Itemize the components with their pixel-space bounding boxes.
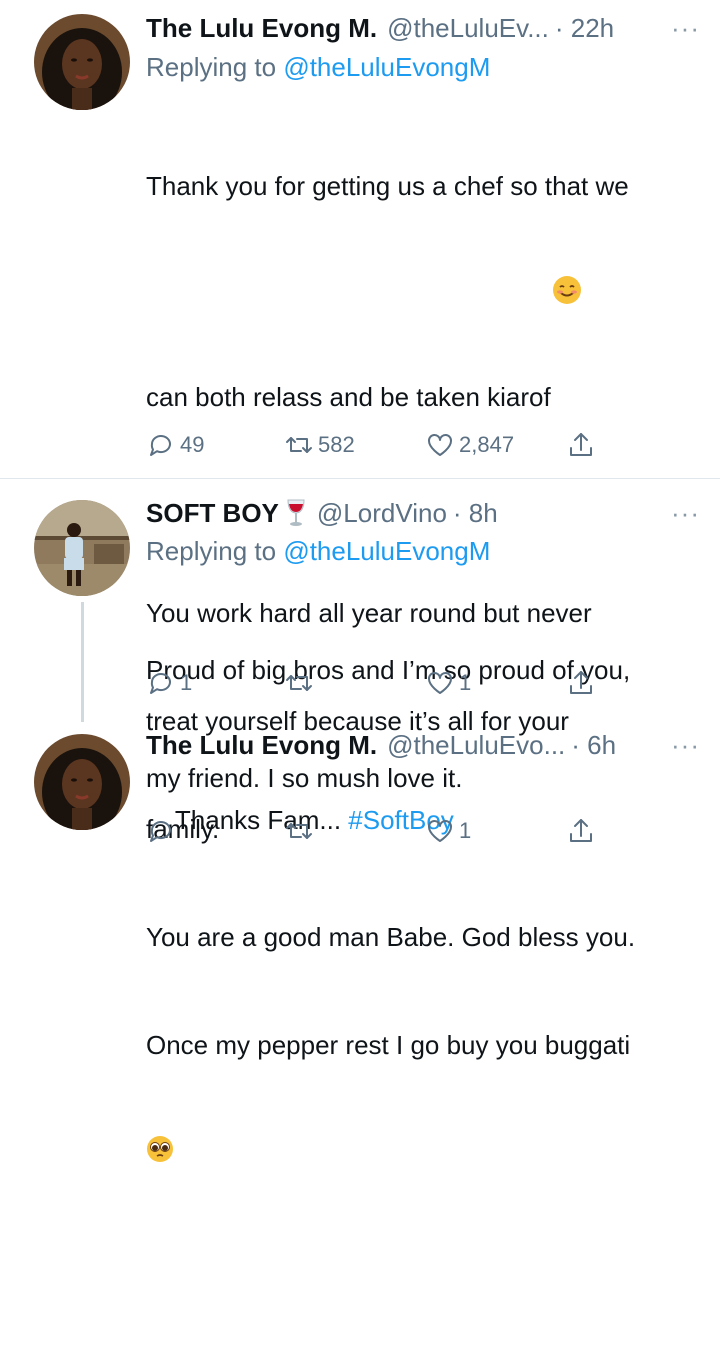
tweet-header: The Lulu Evong M. @theLuluEvo... · 6h ··… bbox=[146, 728, 700, 762]
share-button[interactable] bbox=[566, 665, 596, 701]
reply-icon bbox=[150, 821, 171, 842]
share-icon bbox=[570, 671, 592, 694]
tweet-1[interactable]: The Lulu Evong M. @theLuluEv... · 22h ··… bbox=[0, 0, 720, 1162]
reply-icon bbox=[150, 673, 171, 694]
display-name[interactable]: The Lulu Evong M. bbox=[146, 730, 377, 761]
tweet-3[interactable]: The Lulu Evong M. @theLuluEvo... · 6h ··… bbox=[0, 720, 720, 861]
tweet-line: You are a good man Babe. God bless you. bbox=[146, 922, 636, 952]
display-name[interactable]: SOFT BOY bbox=[146, 498, 279, 529]
more-options-icon[interactable]: ··· bbox=[671, 730, 700, 761]
replying-prefix: Replying to bbox=[146, 536, 284, 566]
reply-button[interactable]: 49 bbox=[146, 427, 204, 463]
tweet-line: Once my pepper rest I go buy you buggati bbox=[146, 1030, 631, 1060]
replying-to: Replying to @theLuluEvongM bbox=[146, 536, 490, 567]
share-icon bbox=[570, 433, 592, 456]
share-icon bbox=[570, 819, 592, 842]
handle[interactable]: @LordVino bbox=[317, 498, 447, 529]
share-button[interactable] bbox=[566, 427, 596, 463]
tweet-actions: 1 bbox=[146, 813, 606, 849]
smiling-face-emoji-icon bbox=[552, 276, 581, 304]
like-count: 1 bbox=[459, 818, 472, 843]
tweet-line: Thank you for getting us a chef so that … bbox=[146, 171, 629, 201]
reply-icon bbox=[150, 435, 171, 456]
heart-icon bbox=[428, 672, 452, 694]
more-options-icon[interactable]: ··· bbox=[671, 498, 700, 529]
tweet-header: SOFT BOY @LordVino · 8h ··· bbox=[146, 496, 700, 530]
thread-connector bbox=[81, 602, 84, 722]
more-options-icon[interactable]: ··· bbox=[671, 13, 700, 44]
like-count: 2,847 bbox=[459, 432, 515, 457]
retweet-icon bbox=[286, 675, 312, 691]
reply-count: 1 bbox=[180, 670, 193, 695]
tweet-actions: 49 582 2,847 bbox=[146, 427, 606, 463]
pleading-face-emoji-icon bbox=[146, 1135, 174, 1163]
tweet-line bbox=[146, 1135, 696, 1274]
retweet-icon bbox=[286, 823, 312, 839]
replying-prefix: Replying to bbox=[146, 52, 284, 82]
retweet-button[interactable] bbox=[284, 665, 318, 701]
avatar[interactable] bbox=[34, 500, 130, 596]
replying-to: Replying to @theLuluEvongM bbox=[146, 52, 490, 83]
timestamp[interactable]: · 22h bbox=[555, 13, 614, 44]
like-button[interactable]: 2,847 bbox=[425, 427, 514, 463]
wine-glass-emoji-icon bbox=[285, 498, 307, 528]
avatar[interactable] bbox=[34, 14, 130, 110]
share-button[interactable] bbox=[566, 813, 596, 849]
tweet-header: The Lulu Evong M. @theLuluEv... · 22h ··… bbox=[146, 11, 700, 45]
tweet-line: can both relass and be taken kiarof bbox=[146, 276, 696, 415]
replying-mention-link[interactable]: @theLuluEvongM bbox=[283, 52, 490, 82]
avatar[interactable] bbox=[34, 734, 130, 830]
reply-button[interactable]: 1 bbox=[146, 665, 192, 701]
like-button[interactable]: 1 bbox=[425, 665, 471, 701]
tweet-2[interactable]: SOFT BOY @LordVino · 8h ··· Replying to … bbox=[0, 479, 720, 793]
heart-icon bbox=[428, 820, 452, 842]
like-count: 1 bbox=[459, 670, 472, 695]
retweet-button[interactable] bbox=[284, 813, 318, 849]
replying-mention-link[interactable]: @theLuluEvongM bbox=[283, 536, 490, 566]
display-name[interactable]: The Lulu Evong M. bbox=[146, 13, 377, 44]
heart-icon bbox=[428, 434, 452, 456]
like-button[interactable]: 1 bbox=[425, 813, 471, 849]
retweet-icon bbox=[286, 437, 312, 453]
timestamp[interactable]: · 8h bbox=[453, 498, 498, 529]
timestamp[interactable]: · 6h bbox=[571, 730, 616, 761]
reply-button[interactable] bbox=[146, 813, 180, 849]
retweet-button[interactable]: 582 bbox=[284, 427, 355, 463]
reply-count: 49 bbox=[180, 432, 205, 457]
handle[interactable]: @theLuluEvo... bbox=[387, 730, 565, 761]
handle[interactable]: @theLuluEv... bbox=[387, 13, 549, 44]
retweet-count: 582 bbox=[318, 432, 355, 457]
tweet-actions: 1 1 bbox=[146, 665, 606, 701]
